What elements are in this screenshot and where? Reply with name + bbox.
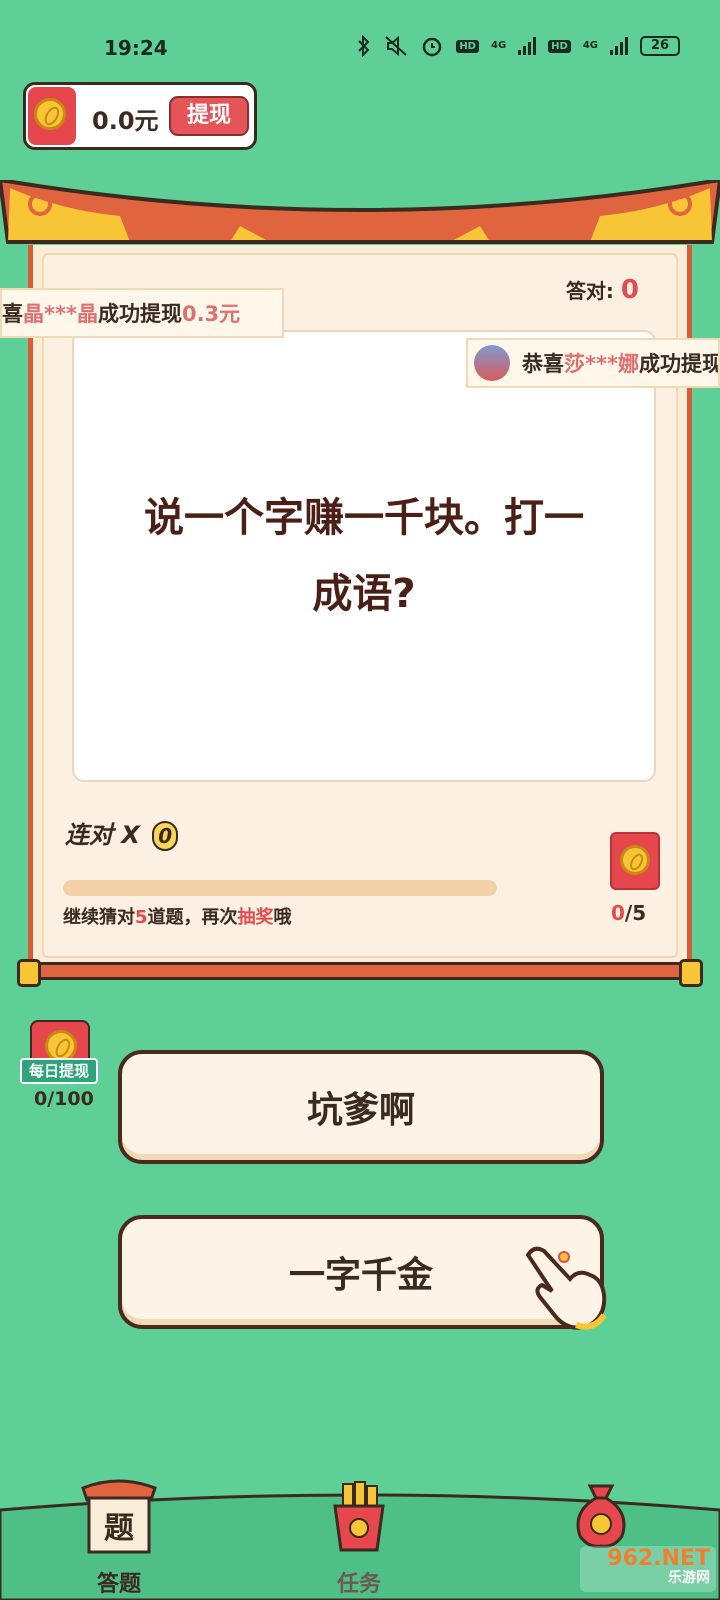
streak-value: 0 — [152, 821, 179, 851]
signal-icon-1 — [518, 37, 537, 55]
tab-answer-label: 答题 — [96, 1572, 141, 1597]
hint-post: 哦 — [273, 907, 292, 928]
red-envelope-icon — [28, 87, 76, 145]
watermark-logo: 962.NET 乐游网 — [580, 1546, 716, 1592]
tab-answer[interactable]: 题 答题 — [64, 1479, 174, 1600]
streak-counter: 连对 X 0 — [65, 815, 179, 851]
status-icons: HD 4G HD 4G 26 — [356, 34, 680, 58]
money-bag-icon — [576, 1484, 626, 1548]
notice1-amount: 0.3元 — [181, 302, 241, 326]
hint-mid: 道题，再次 — [147, 907, 238, 928]
status-time: 19:24 — [104, 36, 168, 60]
network-type-2: 4G — [582, 40, 598, 51]
scroll-bottom-decoration — [17, 959, 703, 987]
notice2-mid: 成功提现 — [638, 352, 720, 376]
wallet-balance: 0.0元 提现 — [23, 82, 257, 150]
tab-task[interactable]: 任务 — [304, 1480, 414, 1600]
withdraw-button[interactable]: 提现 — [169, 96, 249, 136]
correct-value: 0 — [620, 275, 639, 305]
roof-decoration — [0, 180, 720, 244]
hd-badge-2: HD — [548, 39, 571, 53]
mute-icon — [385, 35, 407, 57]
bluetooth-icon — [358, 35, 370, 57]
network-type-1: 4G — [490, 40, 507, 51]
signal-icon-2 — [610, 37, 628, 55]
wallet-amount: 0.0元 — [92, 107, 159, 135]
avatar — [474, 345, 510, 381]
tab-task-label: 任务 — [336, 1572, 381, 1597]
coin-icon — [620, 845, 650, 875]
hint-highlight: 抽奖 — [237, 907, 274, 928]
reward-envelope-icon[interactable] — [610, 832, 660, 890]
notice1-pre: 喜 — [2, 302, 23, 326]
task-tab-icon — [333, 1481, 385, 1552]
daily-withdraw[interactable]: 每日提现 0/100 — [20, 1020, 100, 1116]
lottery-hint: 继续猜对5道题，再次抽奖哦 — [63, 903, 292, 929]
withdraw-notice-1: 喜晶***晶 成功提现 0.3元 — [0, 288, 284, 338]
hint-pre: 继续猜对 — [63, 907, 135, 928]
notice2-pre: 恭喜 — [522, 352, 564, 376]
hd-badge: HD — [456, 39, 479, 53]
daily-withdraw-tag: 每日提现 — [20, 1058, 98, 1084]
reward-progress: 0/5 — [611, 901, 646, 925]
answer-option-1[interactable]: 坑爹啊 — [118, 1050, 604, 1164]
hint-num: 5 — [135, 907, 148, 928]
battery-icon: 26 — [640, 36, 680, 56]
streak-progress-bar — [63, 880, 497, 896]
daily-withdraw-count: 0/100 — [34, 1088, 94, 1110]
answer-tab-icon: 题 — [81, 1479, 157, 1554]
reward-total: /5 — [624, 901, 647, 925]
streak-label: 连对 X — [65, 821, 140, 849]
notice1-name: 晶***晶 — [23, 302, 98, 326]
withdraw-notice-2: 恭喜 莎***娜 成功提现 — [466, 338, 720, 388]
alarm-icon — [423, 37, 442, 57]
correct-count: 答对: 0 — [566, 275, 639, 305]
coin-icon — [34, 98, 66, 130]
notice2-name: 莎***娜 — [564, 352, 639, 376]
pointing-hand-icon — [525, 1246, 607, 1330]
notice1-mid: 成功提现 — [97, 302, 182, 326]
question-card: 说一个字赚一千块。打一成语? — [72, 330, 656, 782]
question-text: 说一个字赚一千块。打一成语? — [144, 495, 584, 617]
correct-label: 答对: — [565, 279, 614, 303]
reward-current: 0 — [611, 901, 625, 925]
answer-tab-icon-char: 题 — [104, 1511, 134, 1546]
